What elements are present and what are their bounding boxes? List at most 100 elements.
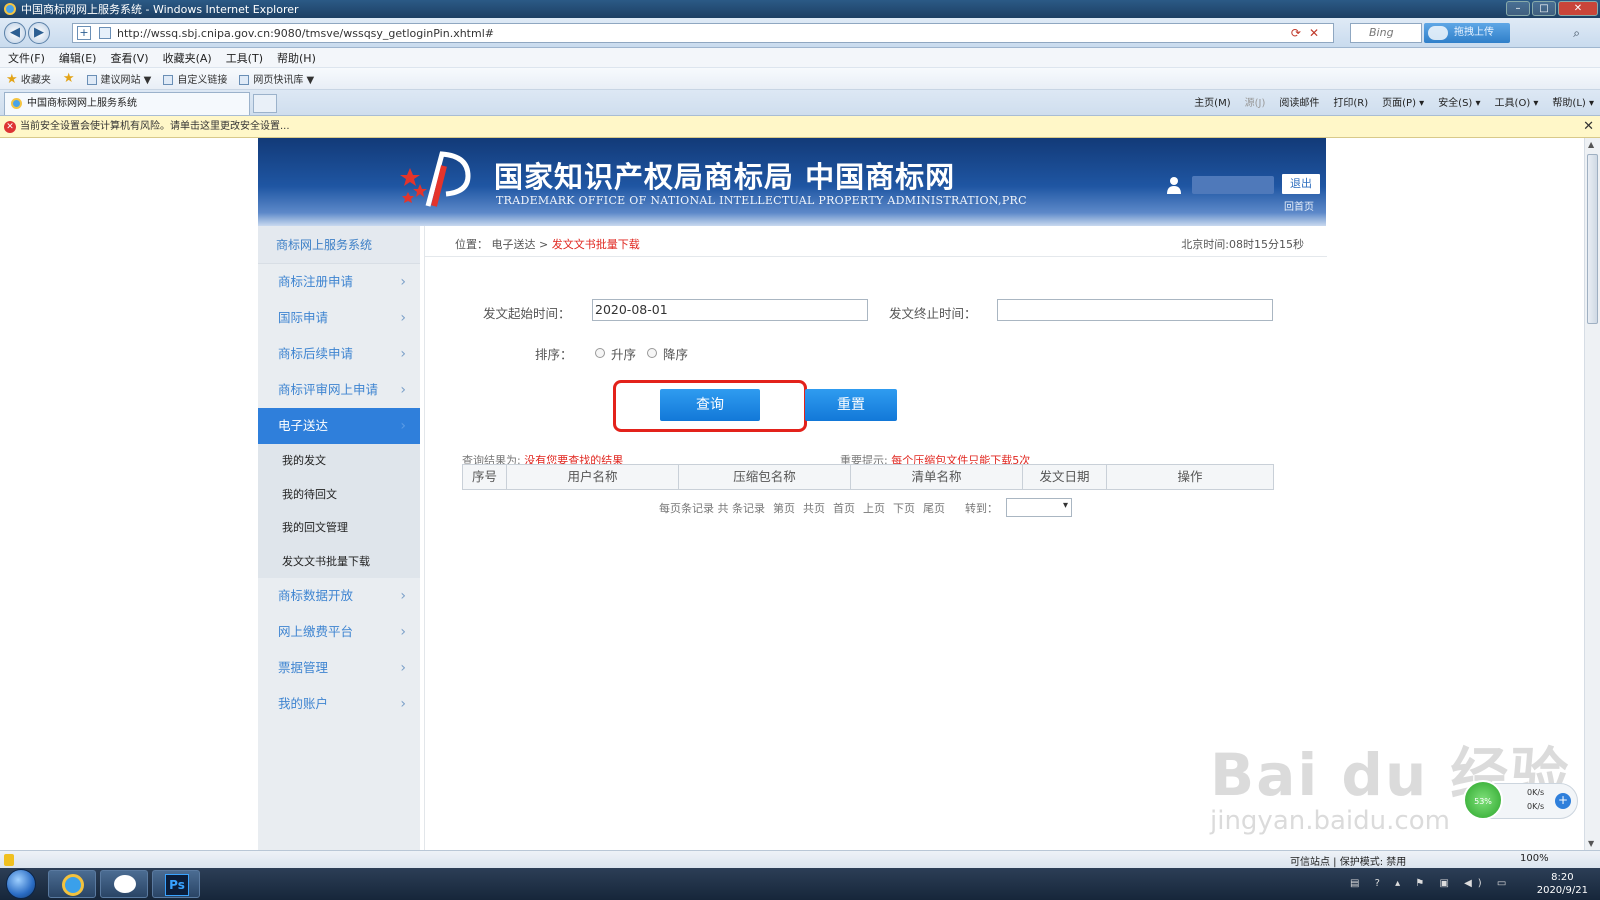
- pager-prev[interactable]: 上页: [863, 500, 885, 516]
- breadcrumb-current: 发文文书批量下载: [551, 238, 640, 251]
- sort-asc-radio[interactable]: [595, 348, 605, 358]
- baidu-watermark: Bai du 经验 jingyan.baidu.com: [1210, 741, 1571, 836]
- plus-icon[interactable]: +: [1555, 793, 1571, 809]
- pager-last[interactable]: 尾页: [923, 500, 945, 516]
- reset-button[interactable]: 重置: [805, 389, 897, 421]
- scroll-thumb[interactable]: [1587, 154, 1598, 324]
- divider: [425, 256, 1327, 257]
- start-button[interactable]: [6, 869, 36, 899]
- pager-total: 共页: [803, 501, 825, 515]
- vertical-scrollbar[interactable]: ▲ ▼: [1584, 138, 1600, 850]
- sidebar-header[interactable]: 商标网上服务系统: [258, 226, 420, 264]
- tray-clock[interactable]: 8:20 2020/9/21: [1537, 871, 1588, 897]
- sidebar-subitem-pending-reply[interactable]: 我的待回文: [258, 477, 420, 511]
- taskbar-ie[interactable]: [48, 870, 96, 898]
- maximize-button[interactable]: □: [1532, 1, 1556, 16]
- query-button[interactable]: 查询: [660, 389, 760, 421]
- pager-page: 第页: [773, 501, 795, 515]
- favorites-button[interactable]: ★ 收藏夹: [6, 71, 51, 87]
- tab-title: 中国商标网网上服务系统: [27, 98, 137, 109]
- breadcrumb-parent[interactable]: 电子送达: [492, 238, 536, 251]
- status-warning-icon: [4, 854, 14, 866]
- sidebar-item-e-delivery[interactable]: 电子送达 ›: [258, 408, 420, 444]
- fav-suggested-sites[interactable]: 建议网站 ▼: [86, 71, 151, 86]
- sort-desc-label: 降序: [663, 347, 689, 362]
- upload-button[interactable]: 拖拽上传: [1424, 23, 1510, 43]
- page-viewport: 国家知识产权局商标局 中国商标网 TRADEMARK OFFICE OF NAT…: [0, 138, 1584, 850]
- sidebar-item-my-account[interactable]: 我的账户 ›: [258, 686, 420, 722]
- menu-help[interactable]: 帮助(H): [277, 50, 316, 66]
- add-favorite-icon[interactable]: ★: [63, 71, 75, 86]
- cmd-read-mail[interactable]: 阅读邮件: [1279, 94, 1319, 109]
- site-subtitle: TRADEMARK OFFICE OF NATIONAL INTELLECTUA…: [496, 194, 1027, 207]
- tray-icons[interactable]: ▤ ? ▴ ⚑ ▣ ◀) ▭: [1350, 878, 1512, 889]
- cmd-safety[interactable]: 安全(S) ▾: [1438, 94, 1480, 109]
- zoom-level[interactable]: 100%: [1520, 853, 1549, 864]
- security-zone[interactable]: 可信站点 | 保护模式: 禁用: [1290, 853, 1406, 868]
- cmd-tools[interactable]: 工具(O) ▾: [1495, 94, 1539, 109]
- tab-active[interactable]: 中国商标网网上服务系统: [4, 92, 250, 115]
- sidebar-item-international[interactable]: 国际申请 ›: [258, 300, 420, 336]
- back-button[interactable]: ◀: [4, 22, 26, 44]
- sidebar-item-payment[interactable]: 网上缴费平台 ›: [258, 614, 420, 650]
- username-redacted: [1192, 176, 1274, 194]
- chevron-right-icon: ›: [400, 310, 406, 326]
- compat-view-icon[interactable]: +: [77, 26, 91, 40]
- beijing-time: 北京时间:08时15分15秒: [1181, 238, 1304, 251]
- fav-custom-links[interactable]: 自定义链接: [163, 71, 227, 86]
- pager-goto-select[interactable]: [1006, 498, 1072, 517]
- close-window-button[interactable]: ✕: [1558, 1, 1598, 16]
- scroll-down-icon[interactable]: ▼: [1588, 839, 1594, 848]
- security-info-text: 当前安全设置会使计算机有风险。请单击这里更改安全设置...: [20, 121, 290, 132]
- sort-desc-radio[interactable]: [647, 348, 657, 358]
- logout-button[interactable]: 退出: [1282, 174, 1320, 194]
- cloud-icon: [1428, 26, 1448, 40]
- end-date-input[interactable]: [997, 299, 1273, 321]
- chevron-down-icon: ›: [400, 418, 406, 434]
- site-header: 国家知识产权局商标局 中国商标网 TRADEMARK OFFICE OF NAT…: [258, 138, 1326, 226]
- col-index: 序号: [463, 465, 507, 489]
- taskbar-wechat[interactable]: [100, 870, 148, 898]
- sidebar-item-invoices[interactable]: 票据管理 ›: [258, 650, 420, 686]
- start-date-input[interactable]: 2020-08-01: [592, 299, 868, 321]
- new-tab-button[interactable]: [253, 94, 277, 113]
- sidebar-subitem-my-documents[interactable]: 我的发文: [258, 444, 420, 478]
- network-speed-widget[interactable]: 53% 0K/s 0K/s +: [1463, 780, 1578, 820]
- close-icon[interactable]: ✕: [1583, 116, 1594, 138]
- pager-first[interactable]: 首页: [833, 500, 855, 516]
- menu-favorites[interactable]: 收藏夹(A): [163, 50, 212, 66]
- col-user-name: 用户名称: [507, 465, 679, 489]
- menu-view[interactable]: 查看(V): [110, 50, 148, 66]
- pager-next[interactable]: 下页: [893, 500, 915, 516]
- sidebar-subitem-reply-management[interactable]: 我的回文管理: [258, 511, 420, 545]
- cmd-home[interactable]: 主页(M): [1194, 94, 1230, 109]
- cmd-page[interactable]: 页面(P) ▾: [1382, 94, 1424, 109]
- home-link[interactable]: 回首页: [1284, 198, 1314, 213]
- cmd-print[interactable]: 打印(R): [1333, 94, 1368, 109]
- chevron-right-icon: ›: [400, 624, 406, 640]
- sidebar-subitem-batch-download[interactable]: 发文文书批量下载: [258, 544, 420, 578]
- forward-button[interactable]: ▶: [28, 22, 50, 44]
- search-go-icon[interactable]: ⌕: [1573, 26, 1580, 41]
- sidebar-item-review[interactable]: 商标评审网上申请 ›: [258, 372, 420, 408]
- fav-web-slice[interactable]: 网页快讯库 ▼: [239, 71, 314, 86]
- url-field[interactable]: + http://wssq.sbj.cnipa.gov.cn:9080/tmsv…: [72, 23, 1334, 43]
- minimize-button[interactable]: –: [1506, 1, 1530, 16]
- menu-edit[interactable]: 编辑(E): [59, 50, 97, 66]
- url-actions-icons[interactable]: ⟳✕: [1291, 26, 1327, 40]
- end-date-label: 发文终止时间：: [889, 306, 977, 321]
- sidebar-item-trademark-registration[interactable]: 商标注册申请 ›: [258, 264, 420, 300]
- cmd-feeds[interactable]: 源(J): [1245, 94, 1266, 109]
- sidebar-item-follow-up[interactable]: 商标后续申请 ›: [258, 336, 420, 372]
- menu-tools[interactable]: 工具(T): [226, 50, 263, 66]
- window-controls: – □ ✕: [1506, 1, 1598, 16]
- menu-file[interactable]: 文件(F): [8, 50, 45, 66]
- search-input[interactable]: Bing: [1350, 23, 1422, 43]
- sidebar-item-data-open[interactable]: 商标数据开放 ›: [258, 578, 420, 614]
- cmd-help[interactable]: 帮助(L) ▾: [1552, 94, 1594, 109]
- taskbar-photoshop[interactable]: Ps: [152, 870, 200, 898]
- scroll-up-icon[interactable]: ▲: [1588, 140, 1594, 149]
- download-speed: 0K/s: [1527, 802, 1545, 811]
- security-info-bar[interactable]: ✕ 当前安全设置会使计算机有风险。请单击这里更改安全设置... ✕: [0, 116, 1600, 138]
- pagination: 每页条记录 共 条记录 第页 共页 首页 上页 下页 尾页 转到：: [659, 498, 1072, 517]
